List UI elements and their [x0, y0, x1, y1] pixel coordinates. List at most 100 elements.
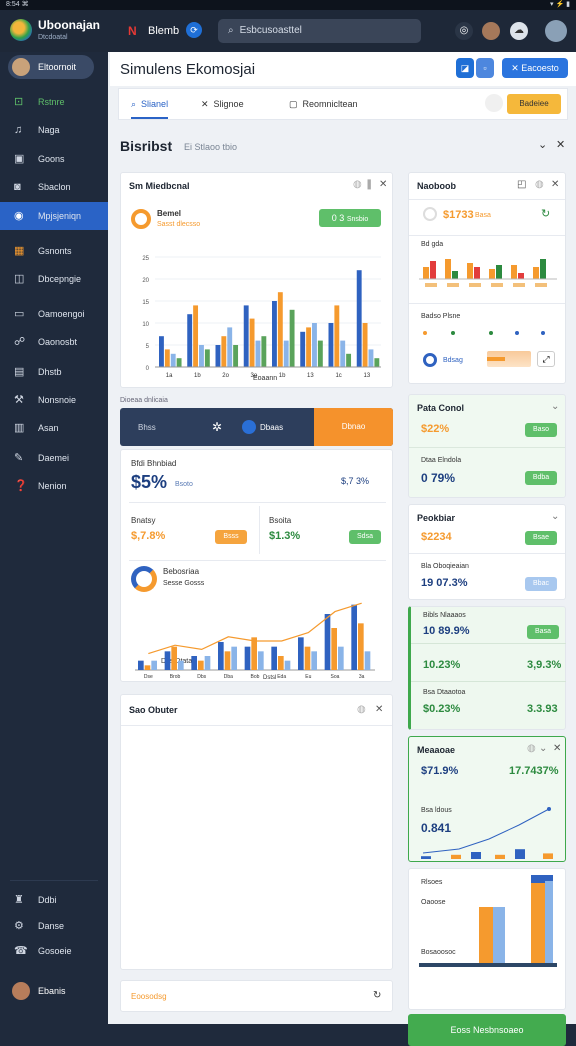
label-3: Bosaoosoc — [421, 949, 456, 956]
card-bar-chart: Sm Miedbcnal ◍ ❚ ✕ Bemel Sasst dlecsso 0… — [120, 172, 393, 388]
sidebar-item-6[interactable]: ▦ Gsnonts — [0, 237, 108, 265]
sidebar-item-3[interactable]: ▣ Goons — [0, 145, 108, 173]
inbox-icon: ◙ — [14, 181, 21, 193]
tab-2[interactable]: ✕ Slignoe — [201, 89, 244, 119]
primary-action-button[interactable]: Eoss Nesbnsoaeo — [408, 1014, 566, 1046]
subtitle: Dtaa Elndola — [421, 457, 462, 464]
sidebar-bottom-3[interactable]: ☎ Gosoeie — [0, 937, 108, 965]
tools-icon[interactable]: ✲ — [212, 420, 222, 434]
kpi-pill[interactable]: Baso — [525, 423, 557, 437]
close-icon[interactable]: ✕ — [553, 743, 561, 754]
metric2-pill[interactable]: Sdsa — [349, 530, 381, 544]
bar — [356, 270, 362, 367]
sidebar-item-12[interactable]: ▥ Asan — [0, 414, 108, 442]
expand-icon[interactable]: ⤢ — [537, 351, 555, 367]
chart-icon: ♫ — [14, 124, 23, 136]
card-right-6: Rlsoes Oaoose Bosaoosoc — [408, 868, 566, 1010]
pill-label: Basa — [535, 628, 551, 635]
info-icon[interactable]: ◍ — [527, 743, 536, 754]
bar — [243, 305, 249, 367]
search-input[interactable]: ⌕ Esbcusoasttel — [218, 19, 421, 43]
sidebar-item-2[interactable]: ♫ Naga — [0, 116, 108, 144]
refresh-icon[interactable]: ↻ — [541, 207, 550, 220]
chevron-down-icon[interactable]: ⌄ — [539, 743, 547, 754]
kpi-pill[interactable]: Bsae — [525, 531, 557, 545]
sidebar-profile[interactable]: Eltoornoit — [8, 55, 94, 79]
bar — [284, 660, 291, 670]
chevron-down-icon[interactable]: ⌄ — [538, 138, 547, 151]
tab-user-icon[interactable] — [485, 94, 503, 112]
sidebar-item-5[interactable]: ◉ Mpjsjeniqn — [0, 202, 108, 230]
tab-action-button[interactable]: Badeiee — [507, 94, 561, 114]
bar — [493, 907, 505, 963]
kpi-pill-2[interactable]: Bdba — [525, 471, 557, 485]
brand-label[interactable]: Blemb — [148, 25, 179, 37]
close-icon[interactable]: ✕ — [556, 138, 565, 151]
avatar[interactable] — [482, 22, 500, 40]
sync-icon[interactable]: ⟳ — [186, 22, 202, 38]
help-icon: ❓ — [14, 480, 28, 492]
kpi-pill-2[interactable]: Bbac — [525, 577, 557, 591]
card-right-3: Peokbiar ⌄ $2234 Bsae Bla Oboqieaian 19 … — [408, 504, 566, 600]
close-icon[interactable]: ✕ — [551, 179, 559, 190]
sidebar-item-14[interactable]: ❓ Nenion — [0, 472, 108, 500]
divider — [411, 643, 566, 644]
divider — [409, 199, 565, 200]
card-right-summary: Naoboob ◰ ◍ ✕ $1733 Basa ↻ Bd gda Badso … — [408, 172, 566, 384]
close-icon[interactable]: ✕ — [375, 704, 383, 715]
refresh-icon[interactable] — [242, 420, 256, 434]
tick-marker — [535, 283, 547, 287]
user-avatar[interactable] — [545, 20, 567, 42]
sidebar-bottom-2[interactable]: ⚙ Danse — [0, 912, 108, 940]
app-title: Uboonajan — [38, 18, 100, 32]
sidebar-item-13[interactable]: ✎ Daemei — [0, 444, 108, 472]
view-toggle-button[interactable]: ◪ — [456, 58, 474, 78]
pin-icon[interactable]: ❚ — [365, 179, 373, 190]
close-icon[interactable]: ✕ — [379, 179, 387, 190]
refresh-icon[interactable]: ◍ — [357, 704, 366, 715]
bar — [249, 318, 255, 367]
bar — [227, 327, 233, 367]
cloud-icon[interactable]: ☁ — [510, 22, 528, 40]
bar — [430, 261, 436, 279]
new-button[interactable]: ✕ Eacoesto — [502, 58, 568, 78]
pill-1[interactable]: Basa — [527, 625, 559, 639]
chevron-down-icon[interactable]: ⌄ — [551, 511, 559, 522]
info-icon[interactable]: ◍ — [535, 179, 544, 190]
new-button-icon: ✕ — [511, 63, 522, 73]
app-logo-icon[interactable] — [10, 19, 32, 41]
kpi-subtitle: Basa — [475, 212, 491, 219]
info-icon[interactable]: ◍ — [353, 179, 362, 190]
bar — [495, 854, 505, 859]
sidebar-item-8[interactable]: ▭ Oamoengoi — [0, 300, 108, 328]
sidebar-item-10[interactable]: ▤ Dhstb — [0, 358, 108, 386]
tab-1[interactable]: ⌕ Slianel — [131, 89, 169, 119]
bar — [298, 637, 304, 670]
bar — [374, 358, 380, 367]
sidebar-item-1[interactable]: ⊡ Rstnre — [0, 88, 108, 116]
brand-letter[interactable]: N — [128, 24, 137, 38]
bar — [364, 651, 371, 670]
y-tick-label: 20 — [142, 278, 149, 284]
sidebar-item-4[interactable]: ◙ Sbaclon — [0, 173, 108, 201]
status-icon — [423, 207, 437, 221]
sidebar-item-9[interactable]: ☍ Oaonosbt — [0, 328, 108, 356]
tab-3[interactable]: ▢ Reomnicltean — [289, 89, 358, 119]
sidebar-item-7[interactable]: ◫ Dbcepngie — [0, 265, 108, 293]
bar — [300, 331, 306, 367]
refresh-icon[interactable]: ↻ — [373, 990, 381, 1001]
banner-action-button[interactable]: Dbnao — [314, 408, 393, 446]
bar — [289, 309, 295, 367]
notification-icon[interactable]: ◎ — [455, 22, 473, 40]
chevron-down-icon[interactable]: ⌄ — [551, 401, 559, 412]
sidebar-bottom-1[interactable]: ♜ Ddbi — [0, 886, 108, 914]
kpi-ring-icon — [131, 209, 151, 229]
sidebar-item-11[interactable]: ⚒ Nonsnoie — [0, 386, 108, 414]
tools-icon: ⚒ — [14, 394, 24, 406]
kpi-badge: 0 3 Snsbio — [319, 209, 381, 227]
grid-toggle-button[interactable]: ▫ — [476, 58, 494, 78]
expand-icon[interactable]: ◰ — [517, 179, 526, 190]
bar — [511, 265, 517, 279]
main-area: Simulens Ekomosjai ◪ ▫ ✕ Eacoesto ⌕ Slian… — [108, 52, 576, 1046]
metric1-pill[interactable]: Bsss — [215, 530, 247, 544]
